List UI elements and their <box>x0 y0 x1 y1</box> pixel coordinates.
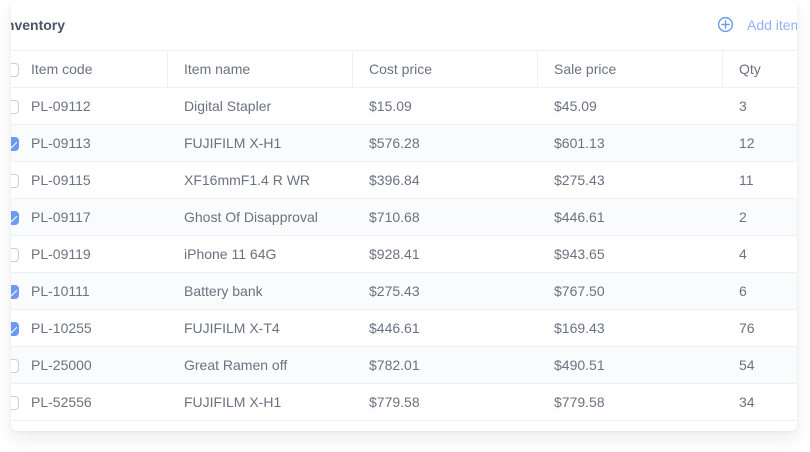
qty-cell: 54 <box>739 357 755 373</box>
table-row[interactable]: PL-09115 XF16mmF1.4 R WR $396.84 $275.43 11 <box>11 162 797 199</box>
item-name-cell: FUJIFILM X-H1 <box>184 394 282 410</box>
cost-price-cell: $779.58 <box>369 394 420 410</box>
column-divider <box>167 51 168 88</box>
sale-price-cell: $490.51 <box>554 357 605 373</box>
sale-price-cell: $45.09 <box>554 98 597 114</box>
column-header-sale-price[interactable]: Sale price <box>554 51 616 88</box>
page-title: Inventory <box>11 17 66 33</box>
item-name-cell: Ghost Of Disapproval <box>184 209 318 225</box>
row-checkbox[interactable] <box>11 100 19 114</box>
table-row[interactable]: PL-09119 iPhone 11 64G $928.41 $943.65 4 <box>11 236 797 273</box>
table-row[interactable]: PL-10111 Battery bank $275.43 $767.50 6 <box>11 273 797 310</box>
sale-price-cell: $169.43 <box>554 320 605 336</box>
inventory-table: Item code Item name Cost price Sale pric… <box>11 50 797 421</box>
table-row[interactable]: PL-52556 FUJIFILM X-H1 $779.58 $779.58 34 <box>11 384 797 421</box>
cost-price-cell: $275.43 <box>369 283 420 299</box>
item-name-cell: Great Ramen off <box>184 357 288 373</box>
sale-price-cell: $275.43 <box>554 172 605 188</box>
cost-price-cell: $710.68 <box>369 209 420 225</box>
row-checkbox[interactable] <box>11 174 19 188</box>
row-checkbox[interactable] <box>11 137 19 151</box>
cost-price-cell: $576.28 <box>369 135 420 151</box>
qty-cell: 12 <box>739 135 755 151</box>
column-divider <box>352 51 353 88</box>
column-header-item-code[interactable]: Item code <box>31 51 92 88</box>
item-name-cell: Digital Stapler <box>184 98 272 114</box>
item-name-cell: FUJIFILM X-H1 <box>184 135 282 151</box>
item-code-cell: PL-52556 <box>31 394 92 410</box>
item-code-cell: PL-09117 <box>31 209 91 225</box>
sale-price-cell: $446.61 <box>554 209 605 225</box>
item-name-cell: Battery bank <box>184 283 263 299</box>
plus-circle-icon <box>717 16 734 33</box>
qty-cell: 11 <box>739 172 754 188</box>
item-code-cell: PL-10111 <box>31 283 90 299</box>
sale-price-cell: $767.50 <box>554 283 605 299</box>
add-item-label: Add item <box>747 16 797 33</box>
sale-price-cell: $779.58 <box>554 394 605 410</box>
table-row[interactable]: PL-10255 FUJIFILM X-T4 $446.61 $169.43 76 <box>11 310 797 347</box>
sale-price-cell: $943.65 <box>554 246 605 262</box>
qty-cell: 2 <box>739 209 747 225</box>
table-body: PL-09112 Digital Stapler $15.09 $45.09 3 PL-0… <box>11 88 797 421</box>
item-name-cell: XF16mmF1.4 R WR <box>184 172 311 188</box>
cost-price-cell: $928.41 <box>369 246 420 262</box>
column-divider <box>722 51 723 88</box>
cost-price-cell: $15.09 <box>369 98 412 114</box>
card-header: Inventory Add item <box>11 0 797 50</box>
item-code-cell: PL-09112 <box>31 98 91 114</box>
qty-cell: 3 <box>739 98 747 114</box>
row-checkbox[interactable] <box>11 285 19 299</box>
item-code-cell: PL-10255 <box>31 320 92 336</box>
column-divider <box>537 51 538 88</box>
qty-cell: 76 <box>739 320 755 336</box>
cost-price-cell: $782.01 <box>369 357 420 373</box>
item-code-cell: PL-25000 <box>31 357 92 373</box>
row-checkbox[interactable] <box>11 248 19 262</box>
table-row[interactable]: PL-25000 Great Ramen off $782.01 $490.51 54 <box>11 347 797 384</box>
column-header-item-name[interactable]: Item name <box>184 51 250 88</box>
column-header-cost-price[interactable]: Cost price <box>369 51 432 88</box>
column-header-qty[interactable]: Qty <box>739 51 761 88</box>
qty-cell: 6 <box>739 283 747 299</box>
select-all-checkbox[interactable] <box>11 63 19 77</box>
item-code-cell: PL-09113 <box>31 135 91 151</box>
row-checkbox[interactable] <box>11 359 19 373</box>
sale-price-cell: $601.13 <box>554 135 605 151</box>
item-name-cell: iPhone 11 64G <box>184 246 277 262</box>
table-header-row: Item code Item name Cost price Sale pric… <box>11 51 797 88</box>
item-code-cell: PL-09119 <box>31 246 91 262</box>
row-checkbox[interactable] <box>11 322 19 336</box>
qty-cell: 4 <box>739 246 747 262</box>
cost-price-cell: $446.61 <box>369 320 420 336</box>
add-item-button[interactable]: Add item <box>717 16 797 33</box>
table-row[interactable]: PL-09112 Digital Stapler $15.09 $45.09 3 <box>11 88 797 125</box>
item-name-cell: FUJIFILM X-T4 <box>184 320 280 336</box>
table-row[interactable]: PL-09117 Ghost Of Disapproval $710.68 $446.… <box>11 199 797 236</box>
table-row[interactable]: PL-09113 FUJIFILM X-H1 $576.28 $601.13 12 <box>11 125 797 162</box>
inventory-card: Inventory Add item Item code Item name C… <box>11 0 797 431</box>
row-checkbox[interactable] <box>11 396 19 410</box>
qty-cell: 34 <box>739 394 755 410</box>
item-code-cell: PL-09115 <box>31 172 91 188</box>
cost-price-cell: $396.84 <box>369 172 420 188</box>
row-checkbox[interactable] <box>11 211 19 225</box>
